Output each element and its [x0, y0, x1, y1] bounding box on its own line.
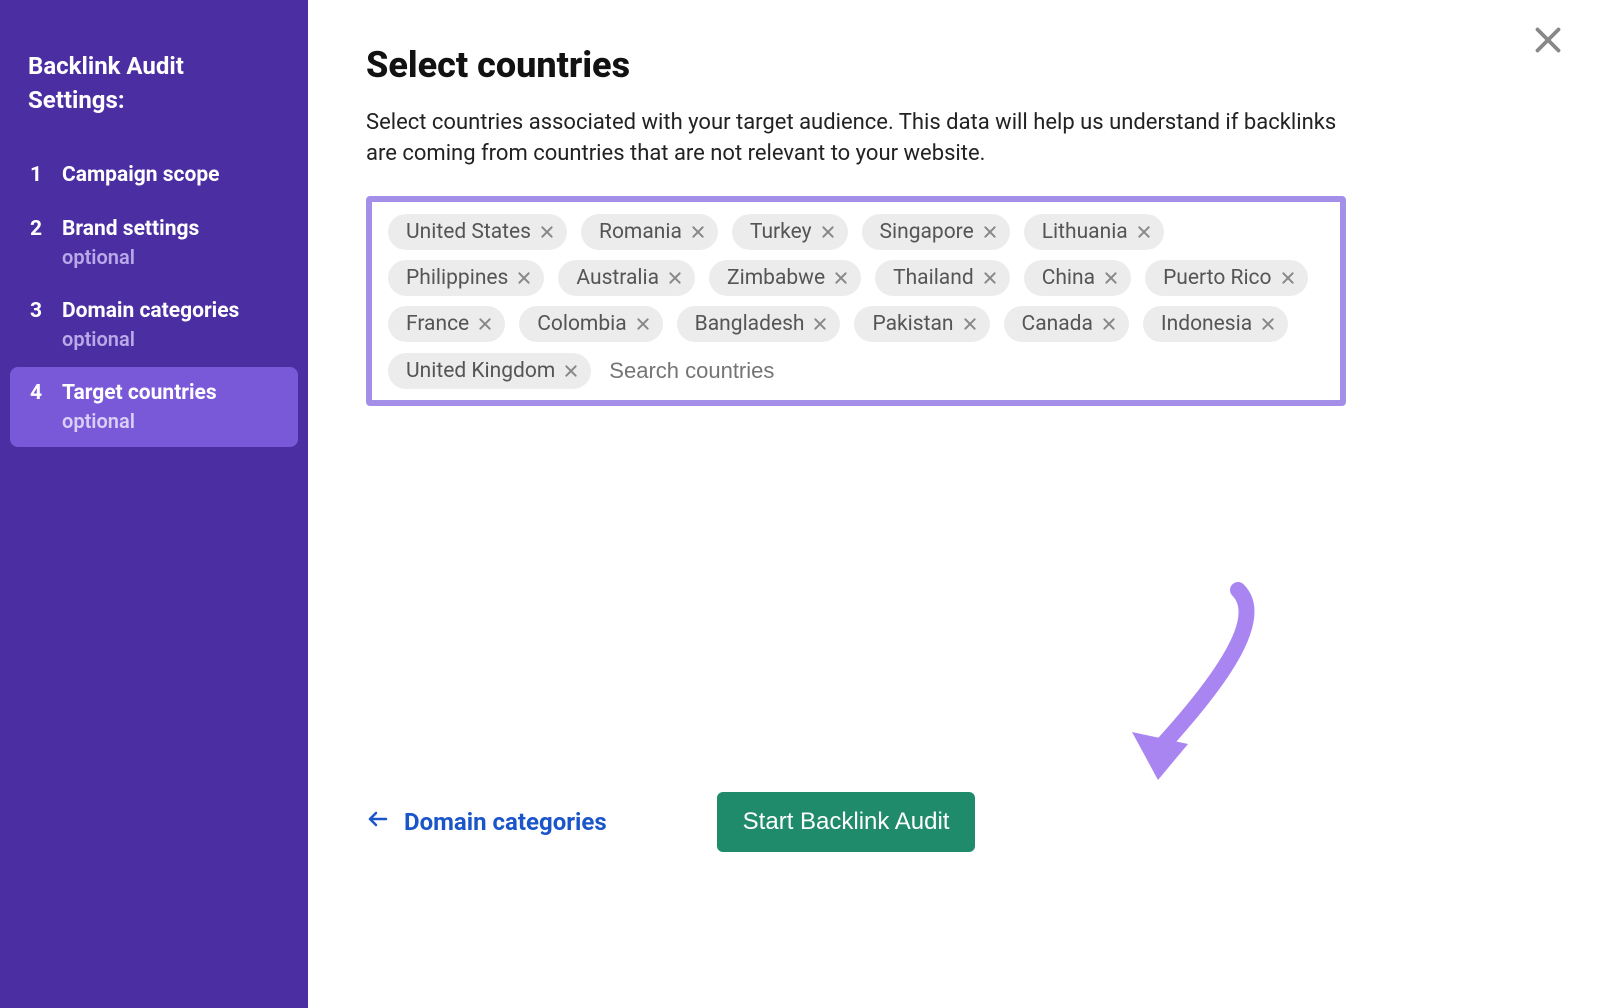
main-content: Select countries Select countries associ…	[308, 0, 1600, 1008]
country-chip-label: Zimbabwe	[727, 266, 825, 290]
remove-icon[interactable]	[477, 316, 493, 332]
sidebar-title: Backlink Audit Settings:	[0, 50, 308, 147]
remove-icon[interactable]	[539, 224, 555, 240]
country-selector[interactable]: United States Romania Turkey Singapore Lithu…	[366, 196, 1346, 406]
sidebar-step-target-countries[interactable]: 4 Target countries optional	[10, 367, 298, 447]
country-chip: Puerto Rico	[1145, 260, 1307, 296]
footer-bar: Domain categories Start Backlink Audit	[366, 792, 975, 852]
step-optional: optional	[62, 245, 199, 269]
country-chip-label: Puerto Rico	[1163, 266, 1271, 290]
step-label: Campaign scope	[62, 163, 220, 187]
remove-icon[interactable]	[1260, 316, 1276, 332]
country-chip: Bangladesh	[677, 306, 841, 342]
remove-icon[interactable]	[982, 224, 998, 240]
step-number: 3	[30, 299, 48, 323]
step-number: 2	[30, 217, 48, 241]
remove-icon[interactable]	[563, 363, 579, 379]
country-chip-label: Lithuania	[1042, 220, 1128, 244]
step-optional: optional	[62, 327, 239, 351]
country-chip: Romania	[581, 214, 718, 250]
country-chip-label: Bangladesh	[695, 312, 805, 336]
country-chip-label: Philippines	[406, 266, 508, 290]
remove-icon[interactable]	[982, 270, 998, 286]
country-chip: Colombia	[519, 306, 662, 342]
country-chip-label: Colombia	[537, 312, 626, 336]
country-chip-label: China	[1042, 266, 1095, 290]
close-icon	[1530, 43, 1566, 62]
remove-icon[interactable]	[690, 224, 706, 240]
country-chip: Canada	[1004, 306, 1129, 342]
step-label: Target countries	[62, 381, 217, 405]
country-chip-label: Australia	[576, 266, 659, 290]
country-chip: Turkey	[732, 214, 848, 250]
country-chip: United States	[388, 214, 567, 250]
start-audit-button[interactable]: Start Backlink Audit	[717, 792, 976, 852]
step-optional: optional	[62, 409, 217, 433]
remove-icon[interactable]	[1101, 316, 1117, 332]
country-chip-label: Canada	[1022, 312, 1093, 336]
sidebar-step-campaign-scope[interactable]: 1 Campaign scope	[10, 149, 298, 201]
country-chip-label: Thailand	[893, 266, 974, 290]
step-label: Brand settings	[62, 217, 199, 241]
country-chip-label: France	[406, 312, 469, 336]
search-input[interactable]	[605, 352, 901, 390]
arrow-left-icon	[366, 807, 390, 837]
country-chip: Pakistan	[854, 306, 989, 342]
remove-icon[interactable]	[833, 270, 849, 286]
country-chip: France	[388, 306, 505, 342]
back-link[interactable]: Domain categories	[366, 807, 607, 837]
remove-icon[interactable]	[1280, 270, 1296, 286]
remove-icon[interactable]	[1103, 270, 1119, 286]
remove-icon[interactable]	[820, 224, 836, 240]
annotation-arrow	[1118, 580, 1278, 790]
country-chip: Indonesia	[1143, 306, 1288, 342]
step-label: Domain categories	[62, 299, 239, 323]
step-number: 4	[30, 381, 48, 405]
sidebar-step-domain-categories[interactable]: 3 Domain categories optional	[10, 285, 298, 365]
remove-icon[interactable]	[516, 270, 532, 286]
country-chip-label: Pakistan	[872, 312, 953, 336]
country-chip: Singapore	[862, 214, 1010, 250]
remove-icon[interactable]	[635, 316, 651, 332]
country-chip: Zimbabwe	[709, 260, 861, 296]
page-description: Select countries associated with your ta…	[366, 108, 1346, 170]
remove-icon[interactable]	[812, 316, 828, 332]
sidebar-step-brand-settings[interactable]: 2 Brand settings optional	[10, 203, 298, 283]
country-chip-label: Turkey	[750, 220, 812, 244]
remove-icon[interactable]	[962, 316, 978, 332]
back-link-label: Domain categories	[404, 808, 607, 836]
country-chip-label: Romania	[599, 220, 682, 244]
sidebar: Backlink Audit Settings: 1 Campaign scop…	[0, 0, 308, 1008]
country-chip-label: United States	[406, 220, 531, 244]
country-chip-label: Indonesia	[1161, 312, 1252, 336]
country-chip: Thailand	[875, 260, 1010, 296]
step-number: 1	[30, 163, 48, 187]
country-chip: Philippines	[388, 260, 544, 296]
page-title: Select countries	[366, 44, 1542, 86]
country-chip: Lithuania	[1024, 214, 1164, 250]
remove-icon[interactable]	[1136, 224, 1152, 240]
country-chip: United Kingdom	[388, 353, 591, 389]
country-chip: Australia	[558, 260, 695, 296]
close-button[interactable]	[1530, 22, 1566, 58]
remove-icon[interactable]	[667, 270, 683, 286]
country-chip-label: United Kingdom	[406, 359, 555, 383]
country-chip-label: Singapore	[880, 220, 974, 244]
country-chip: China	[1024, 260, 1131, 296]
